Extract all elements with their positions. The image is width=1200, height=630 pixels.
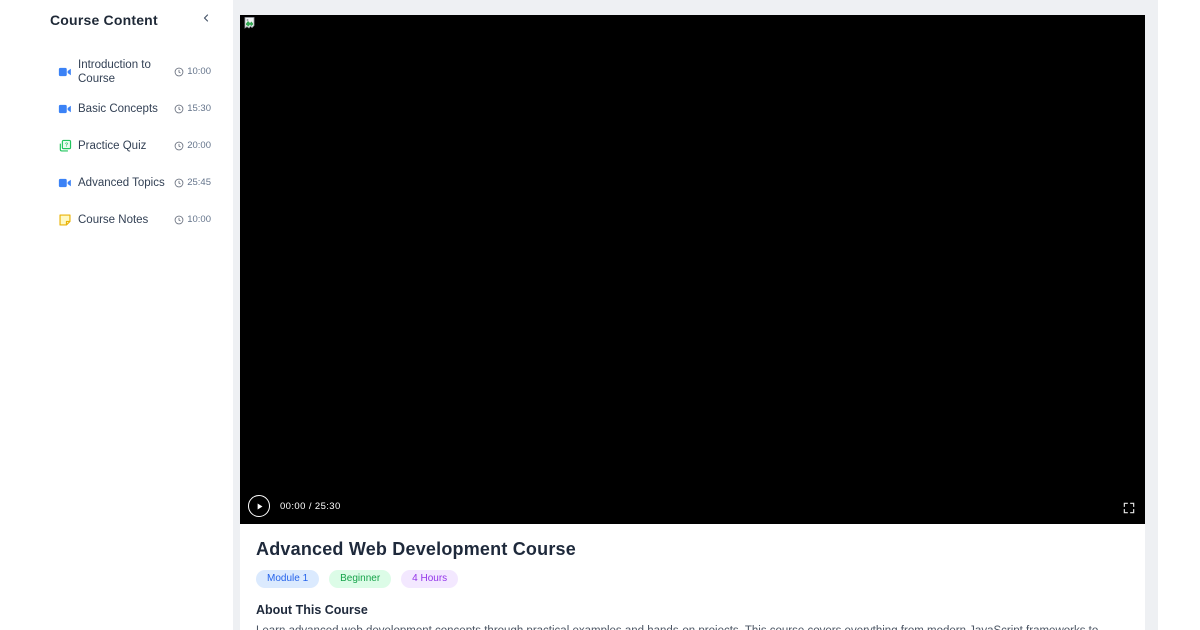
video-icon: [58, 65, 72, 79]
about-heading: About This Course: [256, 603, 368, 617]
lesson-duration: 20:00: [174, 140, 211, 151]
video-icon: [58, 176, 72, 190]
clock-icon: [174, 178, 184, 188]
time-display: 00:00 / 25:30: [280, 500, 341, 512]
course-app: Course Content Introduction to Course 10:…: [0, 0, 1200, 630]
notes-icon: [58, 213, 72, 227]
fullscreen-icon: [1122, 501, 1136, 515]
lesson-label: Introduction to Course: [78, 58, 151, 85]
badge: 4 Hours: [401, 570, 459, 588]
lesson-duration: 15:30: [174, 103, 211, 114]
duration-text: 25:45: [187, 177, 211, 188]
about-text: Learn advanced web development concepts …: [256, 624, 1129, 630]
lesson-item-video[interactable]: Advanced Topics 25:45: [58, 164, 211, 201]
lesson-item-video[interactable]: Introduction to Course 10:00: [58, 53, 211, 90]
clock-icon: [174, 67, 184, 77]
lesson-label: Basic Concepts: [78, 102, 158, 115]
broken-image-icon: [243, 16, 256, 35]
duration-text: 10:00: [187, 214, 211, 225]
play-button[interactable]: [248, 495, 270, 517]
sidebar-header: Course Content: [0, 0, 233, 39]
clock-icon: [174, 215, 184, 225]
badge: Beginner: [329, 570, 392, 588]
sidebar-title: Course Content: [50, 11, 158, 28]
badge-row: Module 1 Beginner 4 Hours: [256, 570, 1129, 588]
quiz-icon: ?: [58, 139, 72, 153]
lesson-duration: 10:00: [174, 66, 211, 77]
video-controls: 00:00 / 25:30: [248, 495, 341, 517]
main-area: 00:00 / 25:30 Advanced Web Development C…: [233, 0, 1158, 630]
lesson-label: Practice Quiz: [78, 139, 147, 152]
course-title: Advanced Web Development Course: [256, 539, 576, 559]
badge: Module 1: [256, 570, 320, 588]
chevron-left-icon: [200, 12, 212, 27]
course-info-panel: Advanced Web Development Course Module 1…: [240, 524, 1145, 630]
lesson-item-quiz[interactable]: ? Practice Quiz 20:00: [58, 127, 211, 164]
lesson-item-notes[interactable]: Course Notes 10:00: [58, 201, 211, 238]
svg-text:?: ?: [65, 142, 68, 148]
duration-text: 10:00: [187, 66, 211, 77]
clock-icon: [174, 104, 184, 114]
duration-text: 20:00: [187, 140, 211, 151]
play-icon: [255, 502, 264, 511]
lesson-item-video[interactable]: Basic Concepts 15:30: [58, 90, 211, 127]
lesson-label: Course Notes: [78, 213, 149, 226]
video-player[interactable]: 00:00 / 25:30: [240, 15, 1145, 524]
clock-icon: [174, 141, 184, 151]
lesson-list: Introduction to Course 10:00 Basic Concept…: [0, 39, 233, 238]
video-icon: [58, 102, 72, 116]
collapse-sidebar-button[interactable]: [198, 10, 214, 29]
duration-text: 15:30: [187, 103, 211, 114]
lesson-duration: 10:00: [174, 214, 211, 225]
fullscreen-button[interactable]: [1122, 501, 1136, 515]
course-content-sidebar: Course Content Introduction to Course 10:…: [0, 0, 233, 630]
lesson-duration: 25:45: [174, 177, 211, 188]
lesson-label: Advanced Topics: [78, 176, 165, 189]
